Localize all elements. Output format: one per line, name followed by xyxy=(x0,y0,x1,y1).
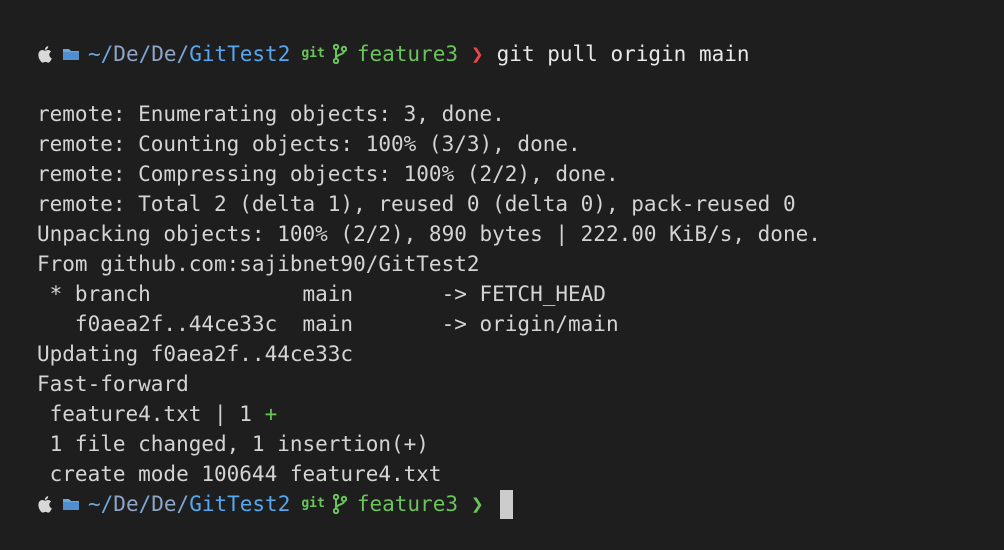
git-label: git xyxy=(301,496,325,511)
output-line: create mode 100644 feature4.txt xyxy=(37,462,442,486)
prompt-line-2: ~/De / De / GitTest2 git feature3 ❯ xyxy=(37,489,513,519)
diffstat-plus: + xyxy=(264,402,278,426)
prompt-chevron-error: ❯ xyxy=(471,42,484,66)
output-line: 1 file changed, 1 insertion(+) xyxy=(37,432,429,456)
path-segment: De xyxy=(113,42,139,66)
output-line: * branch main -> FETCH_HEAD xyxy=(37,282,606,306)
path-current-dir: GitTest2 xyxy=(189,492,291,516)
output-line: f0aea2f..44ce33c main -> origin/main xyxy=(37,312,619,336)
output-line: remote: Counting objects: 100% (3/3), do… xyxy=(37,132,581,156)
output-line: From github.com:sajibnet90/GitTest2 xyxy=(37,252,480,276)
path-segment: De xyxy=(113,492,139,516)
folder-icon xyxy=(63,499,79,510)
path-separator: / xyxy=(138,42,152,66)
git-branch-icon xyxy=(332,44,347,64)
output-line: remote: Total 2 (delta 1), reused 0 (del… xyxy=(37,192,796,216)
diffstat-line: feature4.txt | 1 + xyxy=(37,399,278,429)
output-line: remote: Enumerating objects: 3, done. xyxy=(37,102,505,126)
terminal-window[interactable]: ~/De / De / GitTest2 git feature3 ❯ git pull… xyxy=(0,0,1004,550)
prompt-line-1: ~/De / De / GitTest2 git feature3 ❯ git pull… xyxy=(37,39,750,69)
path-segment: De xyxy=(151,42,177,66)
path-segment: De xyxy=(151,492,177,516)
apple-icon xyxy=(38,46,52,63)
prompt-chevron-ok: ❯ xyxy=(471,492,484,516)
command-text: git pull origin main xyxy=(496,42,750,66)
path-home: ~/ xyxy=(88,42,114,66)
path-separator: / xyxy=(138,492,152,516)
git-branch-icon xyxy=(332,494,347,514)
path-current-dir: GitTest2 xyxy=(189,42,291,66)
git-label: git xyxy=(301,46,325,61)
path-home: ~/ xyxy=(88,492,114,516)
text-cursor xyxy=(499,489,513,519)
path-separator: / xyxy=(176,42,190,66)
branch-name: feature3 xyxy=(356,42,458,66)
output-line: remote: Compressing objects: 100% (2/2),… xyxy=(37,162,619,186)
output-line: Unpacking objects: 100% (2/2), 890 bytes… xyxy=(37,222,821,246)
path-separator: / xyxy=(176,492,190,516)
diffstat-text: feature4.txt | 1 xyxy=(37,402,265,426)
folder-icon xyxy=(63,49,79,60)
output-line: Updating f0aea2f..44ce33c xyxy=(37,342,354,366)
output-line: Fast-forward xyxy=(37,372,189,396)
branch-name: feature3 xyxy=(356,492,458,516)
apple-icon xyxy=(38,496,52,513)
